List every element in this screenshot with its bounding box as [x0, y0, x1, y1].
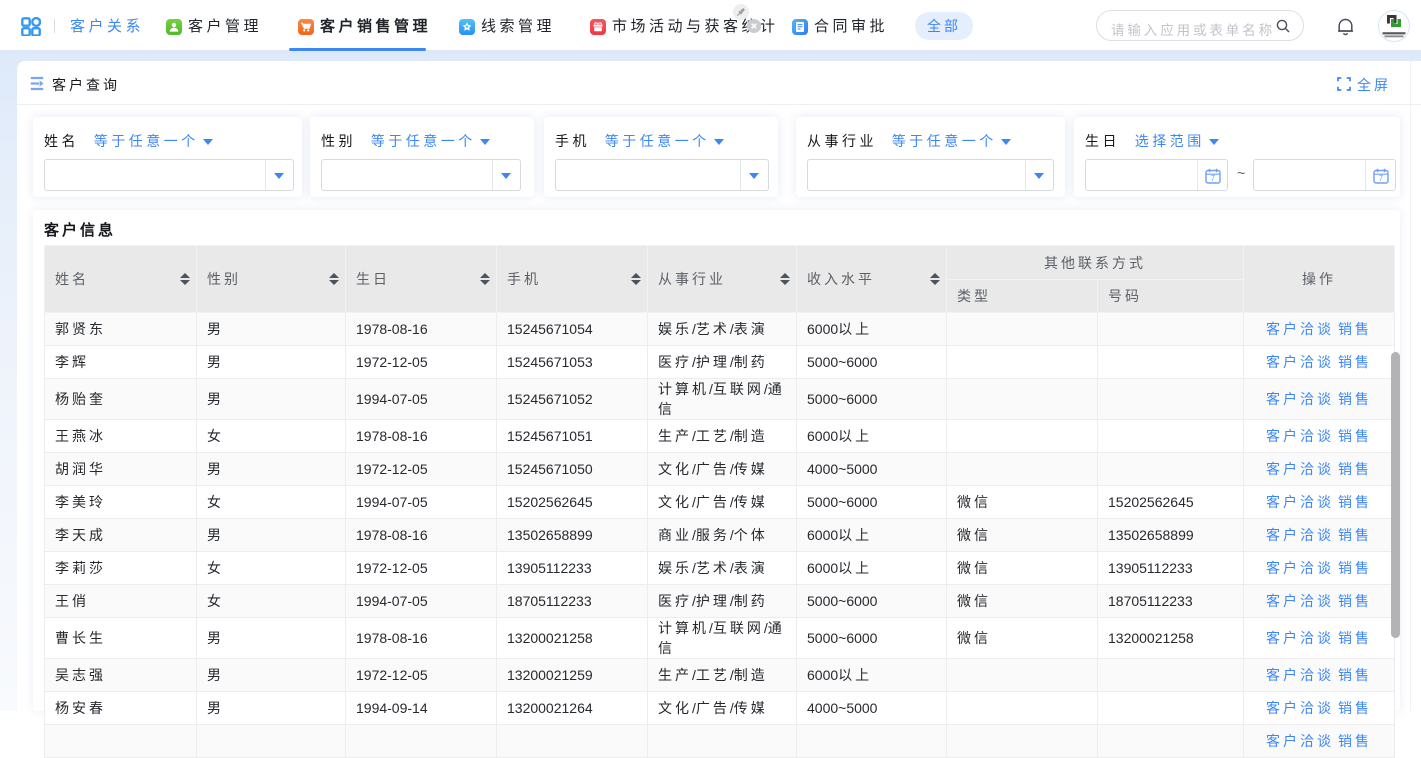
- svg-text:7: 7: [1379, 174, 1384, 183]
- svg-text:7: 7: [1211, 174, 1216, 183]
